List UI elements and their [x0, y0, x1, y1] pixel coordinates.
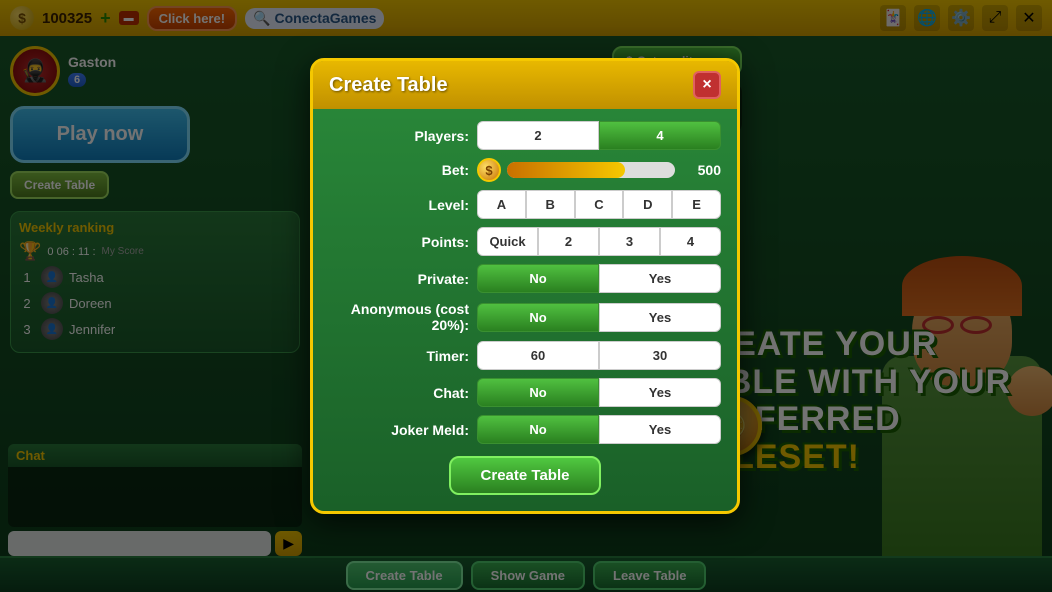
players-option-2[interactable]: 2 [477, 121, 599, 150]
timer-options: 60 30 [477, 341, 721, 370]
chat-option-no[interactable]: No [477, 378, 599, 407]
private-option-yes[interactable]: Yes [599, 264, 721, 293]
bet-controls: $ 500 [477, 158, 721, 182]
bet-value: 500 [681, 162, 721, 178]
bet-slider[interactable] [507, 162, 675, 178]
level-option-b[interactable]: B [526, 190, 575, 219]
bet-label: Bet: [329, 162, 469, 178]
timer-row: Timer: 60 30 [329, 341, 721, 370]
modal-close-button[interactable]: × [693, 71, 721, 99]
players-option-4[interactable]: 4 [599, 121, 721, 150]
timer-label: Timer: [329, 348, 469, 364]
points-option-3[interactable]: 3 [599, 227, 660, 256]
anonymous-option-no[interactable]: No [477, 303, 599, 332]
create-table-confirm-button[interactable]: Create Table [449, 456, 602, 495]
anonymous-option-yes[interactable]: Yes [599, 303, 721, 332]
bet-slider-fill [507, 162, 625, 178]
joker-meld-option-yes[interactable]: Yes [599, 415, 721, 444]
bet-coin-icon: $ [477, 158, 501, 182]
timer-option-60[interactable]: 60 [477, 341, 599, 370]
joker-meld-label: Joker Meld: [329, 422, 469, 438]
level-label: Level: [329, 197, 469, 213]
players-options: 2 4 [477, 121, 721, 150]
level-option-a[interactable]: A [477, 190, 526, 219]
modal-title: Create Table [329, 74, 448, 97]
private-options: No Yes [477, 264, 721, 293]
anonymous-row: Anonymous (cost 20%): No Yes [329, 301, 721, 333]
points-label: Points: [329, 234, 469, 250]
modal-header: Create Table × [313, 61, 737, 109]
chat-options: No Yes [477, 378, 721, 407]
level-option-c[interactable]: C [575, 190, 624, 219]
chat-row: Chat: No Yes [329, 378, 721, 407]
chat-setting-label: Chat: [329, 385, 469, 401]
bet-row: Bet: $ 500 [329, 158, 721, 182]
joker-meld-options: No Yes [477, 415, 721, 444]
modal-overlay: Create Table × Players: 2 4 Bet: $ [0, 0, 1052, 592]
joker-meld-option-no[interactable]: No [477, 415, 599, 444]
level-option-e[interactable]: E [672, 190, 721, 219]
players-row: Players: 2 4 [329, 121, 721, 150]
points-option-2[interactable]: 2 [538, 227, 599, 256]
joker-meld-row: Joker Meld: No Yes [329, 415, 721, 444]
create-table-modal: Create Table × Players: 2 4 Bet: $ [310, 58, 740, 514]
modal-footer: Create Table [313, 456, 737, 495]
points-row: Points: Quick 2 3 4 [329, 227, 721, 256]
timer-option-30[interactable]: 30 [599, 341, 721, 370]
level-options: A B C D E [477, 190, 721, 219]
points-option-4[interactable]: 4 [660, 227, 721, 256]
private-option-no[interactable]: No [477, 264, 599, 293]
level-option-d[interactable]: D [623, 190, 672, 219]
private-label: Private: [329, 271, 469, 287]
points-options: Quick 2 3 4 [477, 227, 721, 256]
private-row: Private: No Yes [329, 264, 721, 293]
points-option-quick[interactable]: Quick [477, 227, 538, 256]
modal-body: Players: 2 4 Bet: $ 500 Level [313, 109, 737, 444]
anonymous-options: No Yes [477, 303, 721, 332]
players-label: Players: [329, 128, 469, 144]
level-row: Level: A B C D E [329, 190, 721, 219]
chat-option-yes[interactable]: Yes [599, 378, 721, 407]
anonymous-label: Anonymous (cost 20%): [329, 301, 469, 333]
